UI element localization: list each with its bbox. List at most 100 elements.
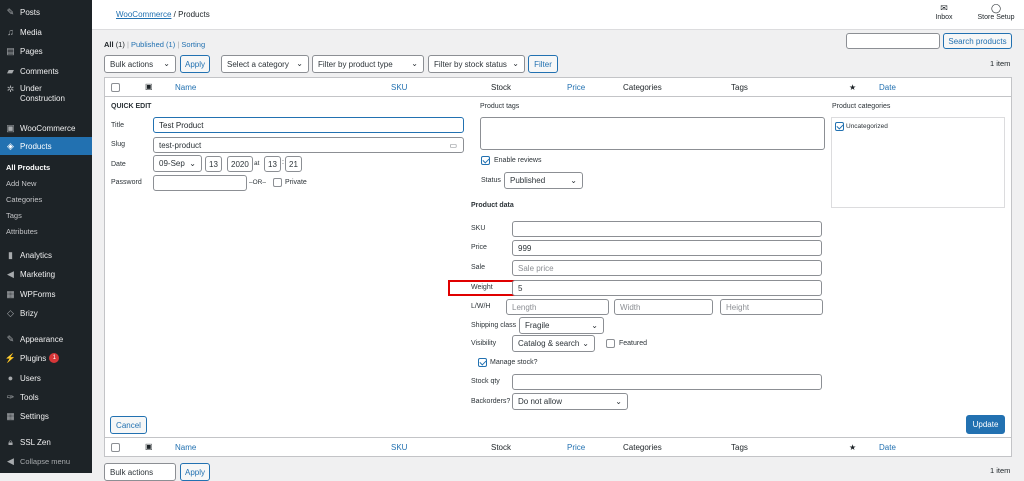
backorders-select[interactable]: Do not allow ⌄ xyxy=(512,393,628,410)
password-input[interactable] xyxy=(153,175,247,191)
column-sku-bottom[interactable]: SKU xyxy=(391,443,407,452)
sidebar-item-pages[interactable]: ▤ Pages xyxy=(0,43,92,59)
column-sku[interactable]: SKU xyxy=(391,83,407,92)
filter-button[interactable]: Filter xyxy=(528,55,558,73)
submenu-categories[interactable]: Categories xyxy=(0,195,92,204)
filter-all[interactable]: All xyxy=(104,40,114,49)
sku-input[interactable] xyxy=(512,221,822,237)
title-input[interactable]: Test Product xyxy=(153,117,464,133)
sidebar-item-wpforms[interactable]: ▦ WPForms xyxy=(0,286,92,302)
wpforms-icon: ▦ xyxy=(6,288,15,299)
sidebar-item-comments[interactable]: ▰ Comments xyxy=(0,63,92,79)
column-tags: Tags xyxy=(731,83,748,92)
cancel-button[interactable]: Cancel xyxy=(110,416,147,434)
sidebar-item-products[interactable]: ◈ Products xyxy=(0,137,92,155)
enable-reviews-checkbox[interactable] xyxy=(481,156,490,165)
sale-price-input[interactable]: Sale price xyxy=(512,260,822,276)
bulk-actions-select[interactable]: Bulk actions ⌄ xyxy=(104,55,176,73)
column-name-bottom[interactable]: Name xyxy=(175,443,196,452)
column-stock: Stock xyxy=(491,83,512,92)
sidebar-collapse-menu[interactable]: ◀ Collapse menu xyxy=(0,453,92,469)
lock-icon: 🔒︎ xyxy=(8,436,13,447)
private-checkbox[interactable] xyxy=(273,178,282,187)
sidebar-item-posts[interactable]: ✎ Posts xyxy=(0,4,92,20)
column-price-bottom[interactable]: Price xyxy=(567,443,585,452)
gear-icon: ✲ xyxy=(6,84,15,94)
progress-circle-icon: ◯ xyxy=(990,3,1002,13)
submenu-tags[interactable]: Tags xyxy=(0,211,92,220)
inbox-icon: ✉ xyxy=(940,3,948,13)
price-input[interactable]: 999 xyxy=(512,240,822,256)
collapse-icon: ◀ xyxy=(7,455,14,466)
brizy-icon: ◇ xyxy=(7,307,14,318)
sidebar-item-woocommerce[interactable]: ▣ WooCommerce xyxy=(0,120,92,136)
sidebar-item-brizy[interactable]: ◇ Brizy xyxy=(0,305,92,321)
submenu-all-products[interactable]: All Products xyxy=(0,163,92,172)
apply-button-bottom[interactable]: Apply xyxy=(180,463,210,481)
date-month-select[interactable]: 09-Sep ⌄ xyxy=(153,155,202,172)
woocommerce-header: WooCommerce / Products ✉ Inbox ◯ Store S… xyxy=(92,0,1024,30)
date-year-input[interactable]: 2020 xyxy=(227,156,253,172)
breadcrumb-woocommerce-link[interactable]: WooCommerce xyxy=(116,10,171,19)
sidebar-item-appearance[interactable]: ✎ Appearance xyxy=(0,331,92,347)
update-button[interactable]: Update xyxy=(966,415,1005,434)
weight-input[interactable]: 5 xyxy=(512,280,822,296)
apply-button[interactable]: Apply xyxy=(180,55,210,73)
column-name[interactable]: Name xyxy=(175,83,196,92)
stock-status-select[interactable]: Filter by stock status ⌄ xyxy=(428,55,525,73)
item-count: 1 item xyxy=(990,59,1011,68)
bulk-actions-select-bottom[interactable]: Bulk actions xyxy=(104,463,176,481)
height-input[interactable]: Height xyxy=(720,299,823,315)
sidebar-item-under-construction[interactable]: ✲ Under Construction xyxy=(0,84,92,110)
column-date-bottom[interactable]: Date xyxy=(879,443,896,452)
filter-published[interactable]: Published xyxy=(131,40,164,49)
sidebar-item-analytics[interactable]: ▮ Analytics xyxy=(0,247,92,263)
brush-icon: ✎ xyxy=(6,333,15,344)
stock-qty-input[interactable] xyxy=(512,374,822,390)
plugin-icon: ⚡ xyxy=(4,352,17,363)
status-select[interactable]: Published ⌄ xyxy=(504,172,583,189)
visibility-select[interactable]: Catalog & search ⌄ xyxy=(512,335,595,352)
column-featured-star-icon-bottom[interactable]: ★ xyxy=(849,443,856,452)
sidebar-item-users[interactable]: ● Users xyxy=(0,370,92,386)
woocommerce-icon: ▣ xyxy=(6,122,15,133)
sidebar-item-marketing[interactable]: ◀ Marketing xyxy=(0,266,92,282)
manage-stock-checkbox[interactable] xyxy=(478,358,487,367)
shipping-class-select[interactable]: Fragile ⌄ xyxy=(519,317,604,334)
column-price[interactable]: Price xyxy=(567,83,585,92)
table-footer-header: ▣ Name SKU Stock Price Categories Tags ★… xyxy=(104,437,1012,457)
submenu-add-new[interactable]: Add New xyxy=(0,179,92,188)
date-day-input[interactable]: 13 xyxy=(205,156,222,172)
slug-input[interactable]: test-product ▭ xyxy=(153,137,464,153)
search-products-button[interactable]: Search products xyxy=(943,33,1012,49)
product-tags-textarea[interactable] xyxy=(480,117,825,150)
products-icon: ◈ xyxy=(7,140,14,151)
breadcrumb-current: Products xyxy=(178,10,210,19)
users-icon: ● xyxy=(7,373,14,383)
date-minute-input[interactable]: 21 xyxy=(285,156,302,172)
column-date[interactable]: Date xyxy=(879,83,896,92)
width-input[interactable]: Width xyxy=(614,299,713,315)
product-type-select[interactable]: Filter by product type ⌄ xyxy=(312,55,424,73)
length-input[interactable]: Length xyxy=(506,299,609,315)
media-icon: ♫ xyxy=(7,27,14,37)
date-hour-input[interactable]: 13 xyxy=(264,156,281,172)
sidebar-item-ssl-zen[interactable]: 🔒︎ SSL Zen xyxy=(0,434,92,450)
sidebar-item-settings[interactable]: ▦ Settings xyxy=(0,408,92,424)
sidebar-item-tools[interactable]: ✑ Tools xyxy=(0,389,92,405)
select-all-checkbox-bottom[interactable] xyxy=(111,443,120,452)
featured-checkbox[interactable] xyxy=(606,339,615,348)
store-setup-button[interactable]: ◯ Store Setup xyxy=(974,3,1018,21)
select-all-checkbox[interactable] xyxy=(111,83,120,92)
search-input[interactable] xyxy=(846,33,940,49)
uncategorized-checkbox[interactable] xyxy=(835,122,844,131)
inbox-button[interactable]: ✉ Inbox xyxy=(930,3,958,21)
column-featured-star-icon[interactable]: ★ xyxy=(849,83,856,92)
chevron-down-icon: ⌄ xyxy=(512,59,519,68)
submenu-attributes[interactable]: Attributes xyxy=(0,227,92,236)
category-select[interactable]: Select a category ⌄ xyxy=(221,55,309,73)
sidebar-item-media[interactable]: ♫ Media xyxy=(0,24,92,40)
filter-sorting[interactable]: Sorting xyxy=(181,40,205,49)
sidebar-item-plugins[interactable]: ⚡ Plugins 1 xyxy=(0,350,92,366)
chevron-down-icon: ⌄ xyxy=(163,59,170,68)
